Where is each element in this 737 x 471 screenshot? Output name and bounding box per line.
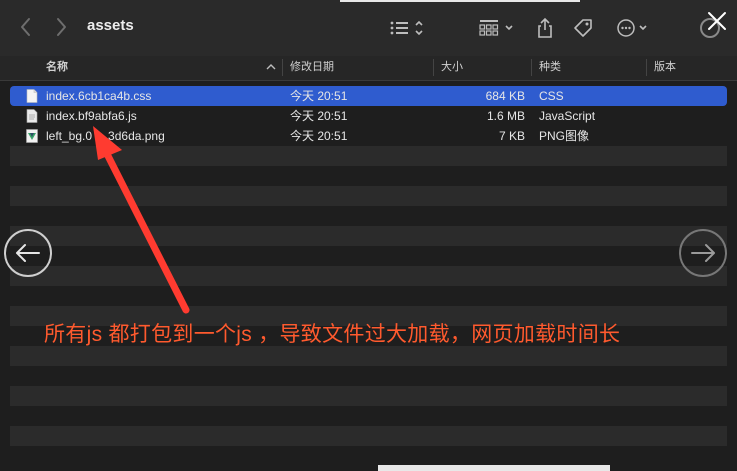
screenshot-edge-fragment bbox=[378, 465, 610, 471]
annotation-text: 所有js 都打包到一个js ，导致文件过大加载，网页加载时间长 bbox=[44, 323, 621, 346]
annotation-arrow-icon bbox=[93, 126, 190, 314]
